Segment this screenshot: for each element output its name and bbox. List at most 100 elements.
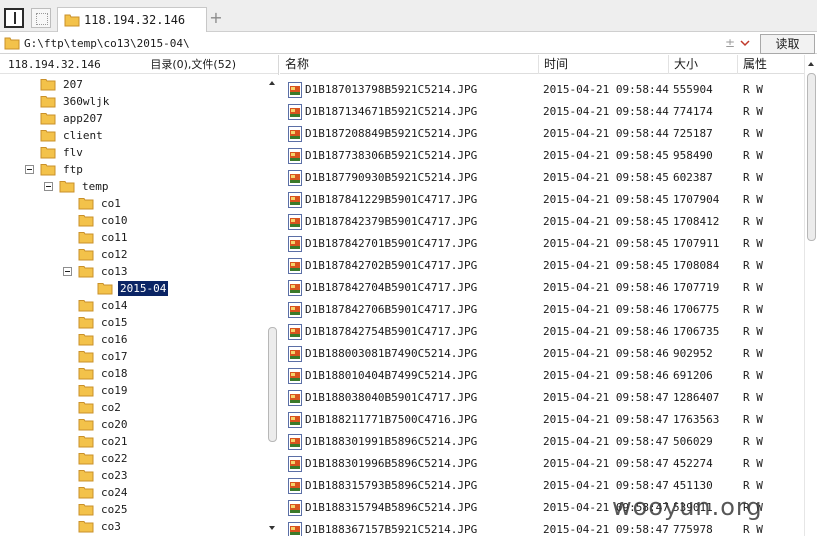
panel-toggle-button[interactable]: [4, 8, 24, 28]
tree-item[interactable]: co18: [78, 365, 130, 382]
folder-icon: [78, 299, 94, 311]
file-row[interactable]: D1B187134671B5921C5214.JPG 2015-04-21 09:…: [280, 101, 804, 123]
scroll-up-icon[interactable]: [808, 62, 814, 66]
tree-item[interactable]: co19: [78, 382, 130, 399]
tree-item[interactable]: client: [40, 127, 105, 144]
read-button[interactable]: 读取: [760, 34, 815, 54]
file-row[interactable]: D1B188367157B5921C5214.JPG 2015-04-21 09:…: [280, 519, 804, 536]
file-attr: R W: [743, 215, 763, 228]
file-name: D1B187738306B5921C5214.JPG: [305, 149, 478, 162]
tree-item[interactable]: 207: [40, 76, 85, 93]
file-row[interactable]: D1B188211771B7500C4716.JPG 2015-04-21 09:…: [280, 409, 804, 431]
collapse-toggle-icon[interactable]: [63, 267, 72, 276]
tree-item[interactable]: co24: [78, 484, 130, 501]
scroll-thumb[interactable]: [807, 73, 816, 241]
folder-icon: [97, 282, 113, 294]
path-input[interactable]: G:\ftp\temp\co13\2015-04\: [2, 34, 758, 53]
tree-item[interactable]: temp: [59, 178, 111, 195]
tree-scrollbar[interactable]: [266, 75, 279, 536]
chevron-down-icon[interactable]: [740, 38, 750, 48]
column-attr[interactable]: 属性: [738, 55, 804, 74]
folder-icon: [78, 350, 94, 362]
tree-item-label: co11: [101, 231, 128, 244]
column-name[interactable]: 名称: [280, 55, 539, 74]
folder-icon: [59, 180, 75, 192]
collapse-toggle-icon[interactable]: [25, 165, 34, 174]
folder-icon: [78, 452, 94, 464]
file-row[interactable]: D1B187738306B5921C5214.JPG 2015-04-21 09:…: [280, 145, 804, 167]
file-row[interactable]: D1B188038040B5901C4717.JPG 2015-04-21 09:…: [280, 387, 804, 409]
tree-item[interactable]: co22: [78, 450, 130, 467]
tree-item[interactable]: co2: [78, 399, 123, 416]
folder-icon: [40, 129, 56, 141]
folder-icon: [78, 367, 94, 379]
image-file-icon: [288, 126, 302, 142]
file-row[interactable]: D1B187842702B5901C4717.JPG 2015-04-21 09:…: [280, 255, 804, 277]
file-row[interactable]: D1B188010404B7499C5214.JPG 2015-04-21 09:…: [280, 365, 804, 387]
tree-item-label: co2: [101, 401, 121, 414]
file-row[interactable]: D1B187842706B5901C4717.JPG 2015-04-21 09:…: [280, 299, 804, 321]
collapse-toggle-icon[interactable]: [44, 182, 53, 191]
tree-item[interactable]: ftp: [40, 161, 85, 178]
file-row[interactable]: D1B187013798B5921C5214.JPG 2015-04-21 09:…: [280, 79, 804, 101]
scroll-thumb[interactable]: [268, 327, 277, 442]
file-name: D1B187842379B5901C4717.JPG: [305, 215, 478, 228]
scroll-up-icon[interactable]: [269, 81, 275, 85]
file-row[interactable]: D1B188003081B7490C5214.JPG 2015-04-21 09:…: [280, 343, 804, 365]
image-file-icon: [288, 148, 302, 164]
tab-connection[interactable]: 118.194.32.146: [57, 7, 207, 32]
tree-item[interactable]: co17: [78, 348, 130, 365]
tree-item[interactable]: co1: [78, 195, 123, 212]
file-size: 602387: [673, 171, 713, 184]
tree-item[interactable]: co3: [78, 518, 123, 535]
tree-item[interactable]: co10: [78, 212, 130, 229]
tree-item[interactable]: co23: [78, 467, 130, 484]
tree-item[interactable]: co13: [78, 263, 130, 280]
file-row[interactable]: D1B188301996B5896C5214.JPG 2015-04-21 09:…: [280, 453, 804, 475]
file-row[interactable]: D1B187842701B5901C4717.JPG 2015-04-21 09:…: [280, 233, 804, 255]
file-name: D1B187842754B5901C4717.JPG: [305, 325, 478, 338]
file-row[interactable]: D1B187208849B5921C5214.JPG 2015-04-21 09:…: [280, 123, 804, 145]
plus-minus-button[interactable]: ±: [723, 35, 737, 51]
new-view-button[interactable]: [31, 8, 51, 28]
tree-item[interactable]: 2015-04: [97, 280, 169, 297]
tree-item[interactable]: co16: [78, 331, 130, 348]
folder-icon: [40, 112, 56, 124]
file-name: D1B187841229B5901C4717.JPG: [305, 193, 478, 206]
file-row[interactable]: D1B187841229B5901C4717.JPG 2015-04-21 09:…: [280, 189, 804, 211]
file-name: D1B188003081B7490C5214.JPG: [305, 347, 478, 360]
tree-item[interactable]: co20: [78, 416, 130, 433]
tree-item[interactable]: 360wljk: [40, 93, 111, 110]
scroll-down-icon[interactable]: [269, 526, 275, 530]
tree-item-label: co10: [101, 214, 128, 227]
file-time: 2015-04-21 09:58:47: [543, 457, 669, 470]
tree-item[interactable]: co12: [78, 246, 130, 263]
tree-item[interactable]: co25: [78, 501, 130, 518]
file-time: 2015-04-21 09:58:44: [543, 127, 669, 140]
file-row[interactable]: D1B187842704B5901C4717.JPG 2015-04-21 09:…: [280, 277, 804, 299]
tree-item[interactable]: co21: [78, 433, 130, 450]
add-tab-button[interactable]: +: [208, 9, 224, 27]
tree-item[interactable]: co11: [78, 229, 130, 246]
file-attr: R W: [743, 479, 763, 492]
file-size: 1706775: [673, 303, 720, 316]
file-attr: R W: [743, 237, 763, 250]
file-row[interactable]: D1B187842754B5901C4717.JPG 2015-04-21 09:…: [280, 321, 804, 343]
column-time[interactable]: 时间: [539, 55, 669, 74]
tree-item[interactable]: app207: [40, 110, 105, 127]
image-file-icon: [288, 170, 302, 186]
file-row[interactable]: D1B188301991B5896C5214.JPG 2015-04-21 09:…: [280, 431, 804, 453]
file-row[interactable]: D1B187842379B5901C4717.JPG 2015-04-21 09:…: [280, 211, 804, 233]
file-row[interactable]: D1B187790930B5921C5214.JPG 2015-04-21 09:…: [280, 167, 804, 189]
folder-tree-pane: 118.194.32.146 目录(0),文件(52) 207 360wljk ap…: [0, 55, 279, 536]
file-attr: R W: [743, 193, 763, 206]
dir-summary: 目录(0),文件(52): [150, 58, 236, 71]
column-size[interactable]: 大小: [669, 55, 738, 74]
tree-item[interactable]: co14: [78, 297, 130, 314]
tab-title: 118.194.32.146: [84, 13, 186, 27]
file-size: 725187: [673, 127, 713, 140]
host-label: 118.194.32.146: [8, 57, 101, 71]
tree-item[interactable]: co15: [78, 314, 130, 331]
tree-item[interactable]: flv: [40, 144, 85, 161]
file-list-scrollbar[interactable]: [804, 55, 817, 536]
